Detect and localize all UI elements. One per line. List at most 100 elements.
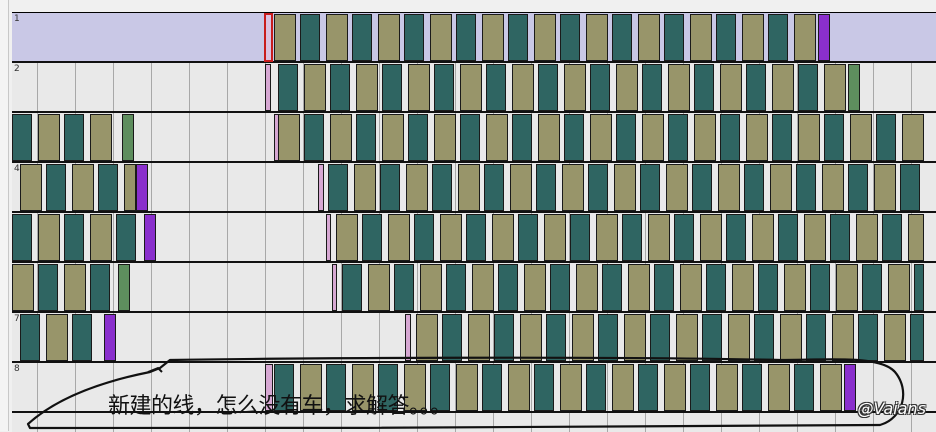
train-block-olive[interactable] — [90, 214, 112, 261]
train-block-olive[interactable] — [728, 314, 750, 361]
train-block-teal[interactable] — [356, 114, 376, 161]
train-block-teal[interactable] — [484, 164, 504, 211]
train-block-teal[interactable] — [726, 214, 746, 261]
train-block-teal[interactable] — [876, 114, 896, 161]
train-block-olive[interactable] — [664, 364, 686, 411]
train-block-olive[interactable] — [798, 114, 820, 161]
train-block-olive[interactable] — [330, 114, 352, 161]
train-block-teal[interactable] — [900, 164, 920, 211]
train-block-teal[interactable] — [432, 164, 452, 211]
train-block-olive[interactable] — [538, 114, 560, 161]
train-block-teal[interactable] — [602, 264, 622, 311]
train-block-teal[interactable] — [446, 264, 466, 311]
train-block-olive[interactable] — [456, 364, 478, 411]
train-block-olive[interactable] — [90, 114, 112, 161]
train-block-end[interactable] — [144, 214, 156, 261]
train-block-teal[interactable] — [466, 214, 486, 261]
train-block-olive[interactable] — [902, 114, 924, 161]
train-block-teal[interactable] — [304, 114, 324, 161]
train-block-olive[interactable] — [458, 164, 480, 211]
train-block-olive[interactable] — [326, 14, 348, 61]
train-block-olive[interactable] — [12, 264, 34, 311]
train-block-teal[interactable] — [72, 314, 92, 361]
train-block-teal[interactable] — [64, 114, 84, 161]
train-block-teal[interactable] — [858, 314, 878, 361]
train-block-teal[interactable] — [642, 64, 662, 111]
train-block-teal[interactable] — [12, 214, 32, 261]
train-block-olive[interactable] — [668, 64, 690, 111]
train-block-teal[interactable] — [754, 314, 774, 361]
train-block-olive[interactable] — [388, 214, 410, 261]
train-block-teal[interactable] — [674, 214, 694, 261]
train-block-olive[interactable] — [794, 14, 816, 61]
train-block-olive[interactable] — [784, 264, 806, 311]
train-block-teal[interactable] — [536, 164, 556, 211]
train-block-olive[interactable] — [576, 264, 598, 311]
train-block-teal[interactable] — [550, 264, 570, 311]
train-block-end[interactable] — [118, 264, 130, 311]
train-block-olive[interactable] — [378, 14, 400, 61]
train-block-olive[interactable] — [694, 114, 716, 161]
train-block-end[interactable] — [844, 364, 856, 411]
train-block-teal[interactable] — [494, 314, 514, 361]
train-block-olive[interactable] — [544, 214, 566, 261]
train-block-teal[interactable] — [668, 114, 688, 161]
track-row[interactable]: 2 — [12, 63, 936, 113]
train-block-teal[interactable] — [590, 64, 610, 111]
train-block-teal[interactable] — [508, 14, 528, 61]
train-block-olive[interactable] — [124, 164, 136, 211]
train-block-olive[interactable] — [820, 364, 842, 411]
train-block-teal[interactable] — [98, 164, 118, 211]
train-block-olive[interactable] — [822, 164, 844, 211]
train-block-olive[interactable] — [564, 64, 586, 111]
train-block-teal[interactable] — [380, 164, 400, 211]
train-block-teal[interactable] — [664, 14, 684, 61]
train-block-teal[interactable] — [798, 64, 818, 111]
train-block-olive[interactable] — [638, 14, 660, 61]
train-block-olive[interactable] — [406, 164, 428, 211]
train-block-start-marker[interactable] — [332, 264, 337, 311]
train-block-teal[interactable] — [570, 214, 590, 261]
train-block-teal[interactable] — [910, 314, 924, 361]
track-row[interactable] — [12, 213, 936, 263]
train-block-olive[interactable] — [20, 164, 42, 211]
train-block-teal[interactable] — [486, 64, 506, 111]
train-block-teal[interactable] — [442, 314, 462, 361]
train-block-teal[interactable] — [690, 364, 710, 411]
train-block-start-marker[interactable] — [405, 314, 411, 361]
train-block-olive[interactable] — [508, 364, 530, 411]
train-block-olive[interactable] — [680, 264, 702, 311]
train-block-olive[interactable] — [408, 64, 430, 111]
train-block-olive[interactable] — [596, 214, 618, 261]
train-block-olive[interactable] — [628, 264, 650, 311]
train-block-olive[interactable] — [460, 64, 482, 111]
train-block-olive[interactable] — [512, 64, 534, 111]
train-block-teal[interactable] — [768, 14, 788, 61]
train-block-teal[interactable] — [778, 214, 798, 261]
train-block-olive[interactable] — [888, 264, 910, 311]
train-block-olive[interactable] — [430, 14, 452, 61]
train-block-end[interactable] — [136, 164, 148, 211]
train-block-teal[interactable] — [622, 214, 642, 261]
train-block-olive[interactable] — [742, 14, 764, 61]
train-block-teal[interactable] — [654, 264, 674, 311]
train-block-olive[interactable] — [562, 164, 584, 211]
train-block-olive[interactable] — [690, 14, 712, 61]
train-block-olive[interactable] — [416, 314, 438, 361]
train-block-teal[interactable] — [362, 214, 382, 261]
train-block-olive[interactable] — [274, 14, 296, 61]
train-block-teal[interactable] — [720, 114, 740, 161]
train-block-start-marker[interactable] — [326, 214, 331, 261]
train-block-olive[interactable] — [440, 214, 462, 261]
track-row[interactable]: 1 — [12, 13, 936, 63]
train-block-teal[interactable] — [116, 214, 136, 261]
train-block-teal[interactable] — [612, 14, 632, 61]
train-block-olive[interactable] — [772, 64, 794, 111]
train-block-end[interactable] — [818, 14, 830, 61]
train-block-teal[interactable] — [692, 164, 712, 211]
train-block-teal[interactable] — [650, 314, 670, 361]
train-block-olive[interactable] — [716, 364, 738, 411]
train-block-olive[interactable] — [590, 114, 612, 161]
train-block-teal[interactable] — [330, 64, 350, 111]
train-block-teal[interactable] — [882, 214, 902, 261]
